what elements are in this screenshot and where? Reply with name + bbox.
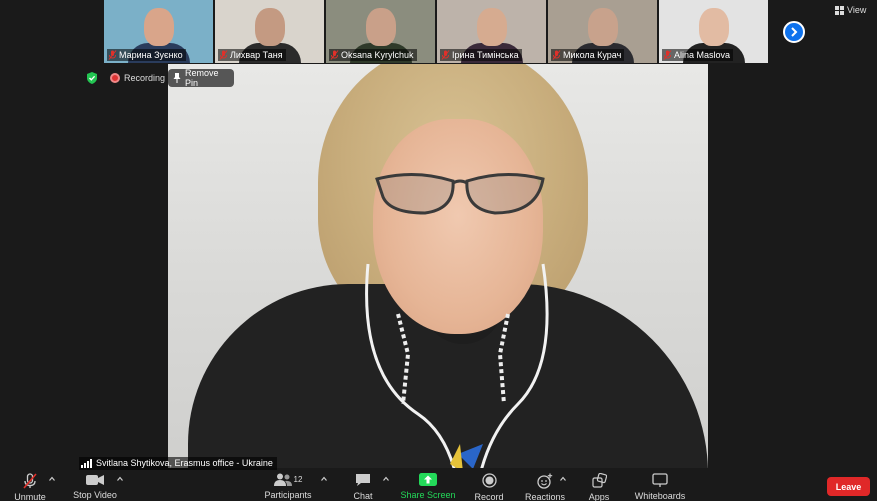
microphone-muted-icon xyxy=(219,50,228,60)
recording-label: Recording xyxy=(124,73,166,83)
participants-label: Participants xyxy=(264,490,312,500)
whiteboard-icon xyxy=(652,473,668,487)
necklace xyxy=(396,313,510,468)
microphone-muted-icon xyxy=(441,50,450,60)
caret-up-icon[interactable] xyxy=(49,476,55,482)
stop-video-label: Stop Video xyxy=(73,490,117,500)
chat-bubble-icon xyxy=(356,474,370,486)
participant-name: Микола Курач xyxy=(563,50,622,60)
chevron-right-icon xyxy=(791,27,798,37)
remove-pin-label: Remove Pin xyxy=(185,68,219,88)
reactions-label: Reactions xyxy=(524,492,566,501)
glasses-shape xyxy=(375,172,545,215)
participant-name-tag: Лихвар Таня xyxy=(218,49,286,61)
chat-button[interactable]: Chat xyxy=(350,470,376,501)
remove-pin-button[interactable]: Remove Pin xyxy=(168,68,234,88)
participant-face xyxy=(143,8,174,46)
participant-name: Лихвар Таня xyxy=(230,50,283,60)
participant-face xyxy=(254,8,285,46)
share-screen-button[interactable]: Share Screen xyxy=(400,470,456,501)
record-label: Record xyxy=(474,492,504,501)
shield-icon[interactable] xyxy=(86,72,98,84)
participant-name: Марина Зуєнко xyxy=(119,50,183,60)
meeting-toolbar: Unmute Stop Video 12 Participants Chat S… xyxy=(0,470,877,501)
apps-button[interactable]: Apps xyxy=(586,470,612,501)
microphone-muted-icon xyxy=(330,50,339,60)
participant-name-tag: Марина Зуєнко xyxy=(107,49,186,61)
whiteboards-button[interactable]: Whiteboards xyxy=(634,470,686,501)
participant-tile[interactable]: Марина Зуєнко xyxy=(104,0,213,63)
participant-face xyxy=(476,8,507,46)
participant-tile[interactable]: Alina Maslova xyxy=(659,0,768,63)
unmute-button[interactable]: Unmute xyxy=(12,470,48,501)
reactions-button[interactable]: Reactions xyxy=(525,470,565,501)
participant-tile[interactable]: Oksana Kyrylchuk xyxy=(326,0,435,63)
record-icon xyxy=(481,473,497,488)
leave-button[interactable]: Leave xyxy=(827,477,870,496)
participant-name-tag: Alina Maslova xyxy=(662,49,734,61)
participant-name-tag: Oksana Kyrylchuk xyxy=(329,49,417,61)
participant-name: Ірина Тимінська xyxy=(452,50,519,60)
apps-label: Apps xyxy=(588,492,610,501)
view-button[interactable]: View xyxy=(835,3,866,17)
people-icon xyxy=(273,473,292,486)
speaker-name-tag: Svitlana Shytikova, Erasmus office - Ukr… xyxy=(79,457,277,470)
caret-up-icon[interactable] xyxy=(321,476,327,482)
recording-icon xyxy=(110,73,120,83)
view-label: View xyxy=(847,5,867,15)
signal-icon xyxy=(81,459,92,468)
participant-tile[interactable]: Ірина Тимінська xyxy=(437,0,546,63)
unmute-label: Unmute xyxy=(14,492,46,501)
grid-icon xyxy=(835,5,844,15)
participant-name: Alina Maslova xyxy=(674,50,731,60)
caret-up-icon[interactable] xyxy=(117,476,123,482)
participant-tile[interactable]: Микола Курач xyxy=(548,0,657,63)
participant-tile[interactable]: Лихвар Таня xyxy=(215,0,324,63)
next-page-button[interactable] xyxy=(783,21,805,43)
participant-face xyxy=(587,8,618,46)
participant-name-tag: Микола Курач xyxy=(551,49,625,61)
apps-icon xyxy=(591,473,607,488)
microphone-muted-icon xyxy=(552,50,561,60)
chat-label: Chat xyxy=(353,491,373,501)
participant-face xyxy=(698,8,729,46)
microphone-muted-icon xyxy=(23,472,37,489)
participant-face xyxy=(365,8,396,46)
participants-button[interactable]: 12 Participants xyxy=(264,470,312,501)
microphone-muted-icon xyxy=(108,50,117,60)
share-screen-label: Share Screen xyxy=(400,490,456,500)
whiteboards-label: Whiteboards xyxy=(634,491,686,501)
caret-up-icon[interactable] xyxy=(560,476,566,482)
pin-icon xyxy=(173,73,181,83)
participant-strip: Марина Зуєнко Лихвар Таня Oksana Kyrylchuk… xyxy=(104,0,768,63)
participant-name-tag: Ірина Тимінська xyxy=(440,49,522,61)
record-button[interactable]: Record xyxy=(474,470,504,501)
participant-name: Oksana Kyrylchuk xyxy=(341,50,414,60)
speaker-name: Svitlana Shytikova, Erasmus office - Ukr… xyxy=(96,458,273,468)
smiley-plus-icon xyxy=(537,473,553,489)
stop-video-button[interactable]: Stop Video xyxy=(72,470,118,501)
video-camera-icon xyxy=(86,474,104,485)
main-video xyxy=(168,64,708,468)
microphone-muted-icon xyxy=(663,50,672,60)
share-screen-icon xyxy=(419,473,437,486)
caret-up-icon[interactable] xyxy=(383,476,389,482)
participants-count: 12 xyxy=(293,475,303,484)
